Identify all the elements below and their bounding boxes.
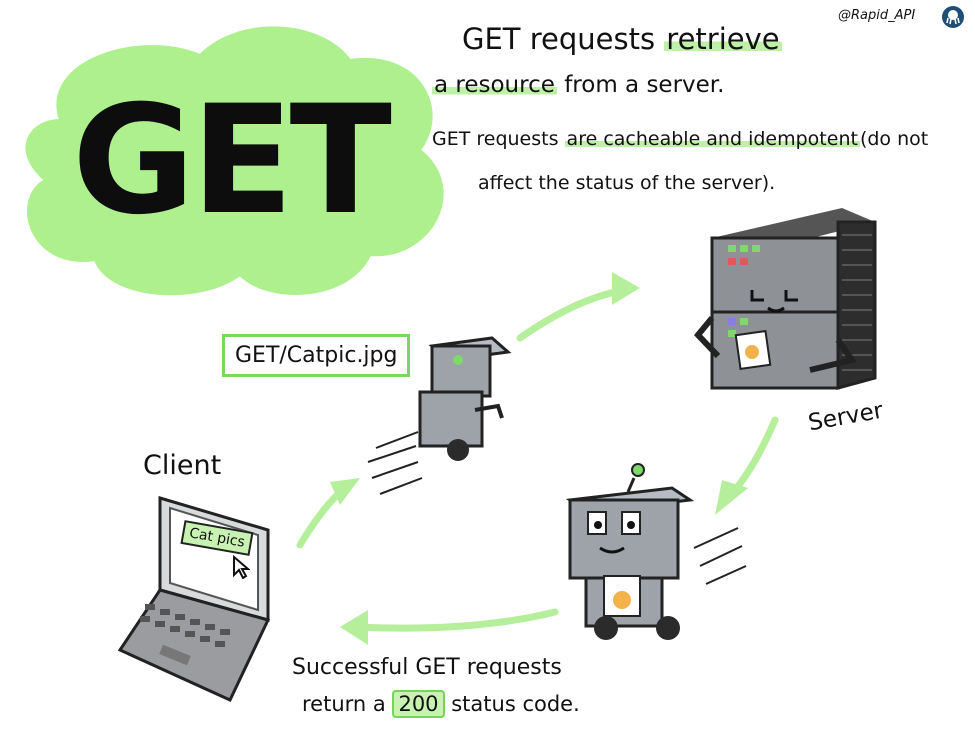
intro-line-1-b: retrieve	[664, 22, 782, 56]
intro-line-2: a resource from a server.	[432, 72, 724, 98]
detail-line-1: GET requests are cacheable and idempoten…	[432, 128, 928, 150]
robot-with-cat-picture-icon	[565, 463, 747, 640]
arrow-robot-to-client	[351, 608, 559, 632]
server-rack-icon	[693, 208, 877, 390]
footer-line-2-c: status code.	[451, 692, 580, 716]
footer-line-2: return a 200 status code.	[302, 690, 580, 718]
detail-line-1-a: GET requests	[432, 128, 559, 150]
status-code-200: 200	[392, 690, 445, 718]
request-label: GET/Catpic.jpg	[222, 334, 411, 377]
detail-line-2: affect the status of the server).	[478, 172, 776, 194]
mouse-cursor-icon	[232, 554, 251, 584]
client-label: Client	[143, 450, 222, 481]
footer-line-1: Successful GET requests	[292, 655, 562, 680]
detail-line-1-b: are cacheable and idempotent	[564, 128, 860, 150]
arrow-robot-to-server	[516, 286, 629, 342]
octopus-logo-icon	[942, 6, 964, 28]
intro-line-2-a: a resource	[432, 72, 557, 98]
brand-handle: @Rapid_API	[838, 8, 916, 23]
get-request-illustration: @Rapid_API GET GET requests retrieve a r…	[0, 0, 975, 733]
detail-line-1-c: (do not	[859, 128, 929, 150]
footer-line-2-a: return a	[302, 692, 386, 716]
get-title: GET	[72, 74, 392, 248]
intro-line-1: GET requests retrieve	[462, 22, 782, 56]
intro-line-1-a: GET requests	[462, 22, 656, 56]
intro-line-2-b: from a server.	[564, 72, 725, 98]
